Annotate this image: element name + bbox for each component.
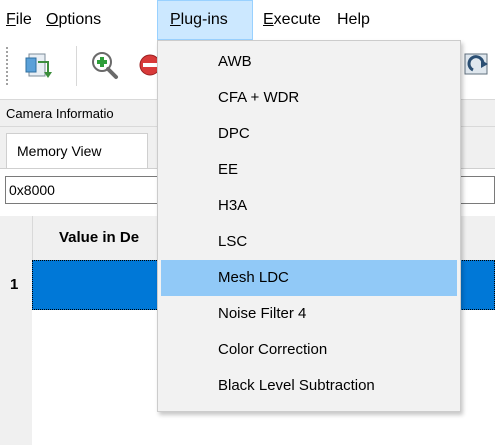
toolbar-grip[interactable] [5, 46, 9, 86]
menu-item-dpc[interactable]: DPC [161, 116, 457, 152]
menu-item-mesh-ldc[interactable]: Mesh LDC [161, 260, 457, 296]
menu-file[interactable]: File [6, 0, 32, 40]
menu-bar: File Options Plug-ins Execute Help [0, 0, 495, 40]
menu-item-cfa-wdr[interactable]: CFA + WDR [161, 80, 457, 116]
menu-help[interactable]: Help [337, 0, 370, 40]
menu-item-color-correction[interactable]: Color Correction [161, 332, 457, 368]
document-icon[interactable] [22, 48, 56, 82]
refresh-icon[interactable] [461, 48, 495, 82]
menu-item-noise-filter-4[interactable]: Noise Filter 4 [161, 296, 457, 332]
menu-item-lsc[interactable]: LSC [161, 224, 457, 260]
tab-label: Memory View [17, 143, 102, 159]
menu-execute[interactable]: Execute [263, 0, 321, 40]
menu-item-awb[interactable]: AWB [161, 44, 457, 80]
menu-item-h3a[interactable]: H3A [161, 188, 457, 224]
plug-ins-dropdown-menu: AWB CFA + WDR DPC EE H3A LSC Mesh LDC No… [157, 40, 461, 412]
toolbar-separator [76, 46, 77, 86]
zoom-in-icon[interactable] [88, 48, 122, 82]
menu-options[interactable]: Options [46, 0, 101, 40]
menu-item-black-level-subtraction[interactable]: Black Level Subtraction [161, 368, 457, 404]
grid-corner[interactable] [0, 216, 32, 260]
tab-memory-view[interactable]: Memory View [6, 133, 148, 169]
menu-item-ee[interactable]: EE [161, 152, 457, 188]
panel-title: Camera Informatio [6, 106, 114, 121]
row-header-1[interactable]: 1 [0, 260, 32, 310]
address-value: 0x8000 [9, 182, 55, 198]
menu-plug-ins[interactable]: Plug-ins [157, 0, 253, 40]
